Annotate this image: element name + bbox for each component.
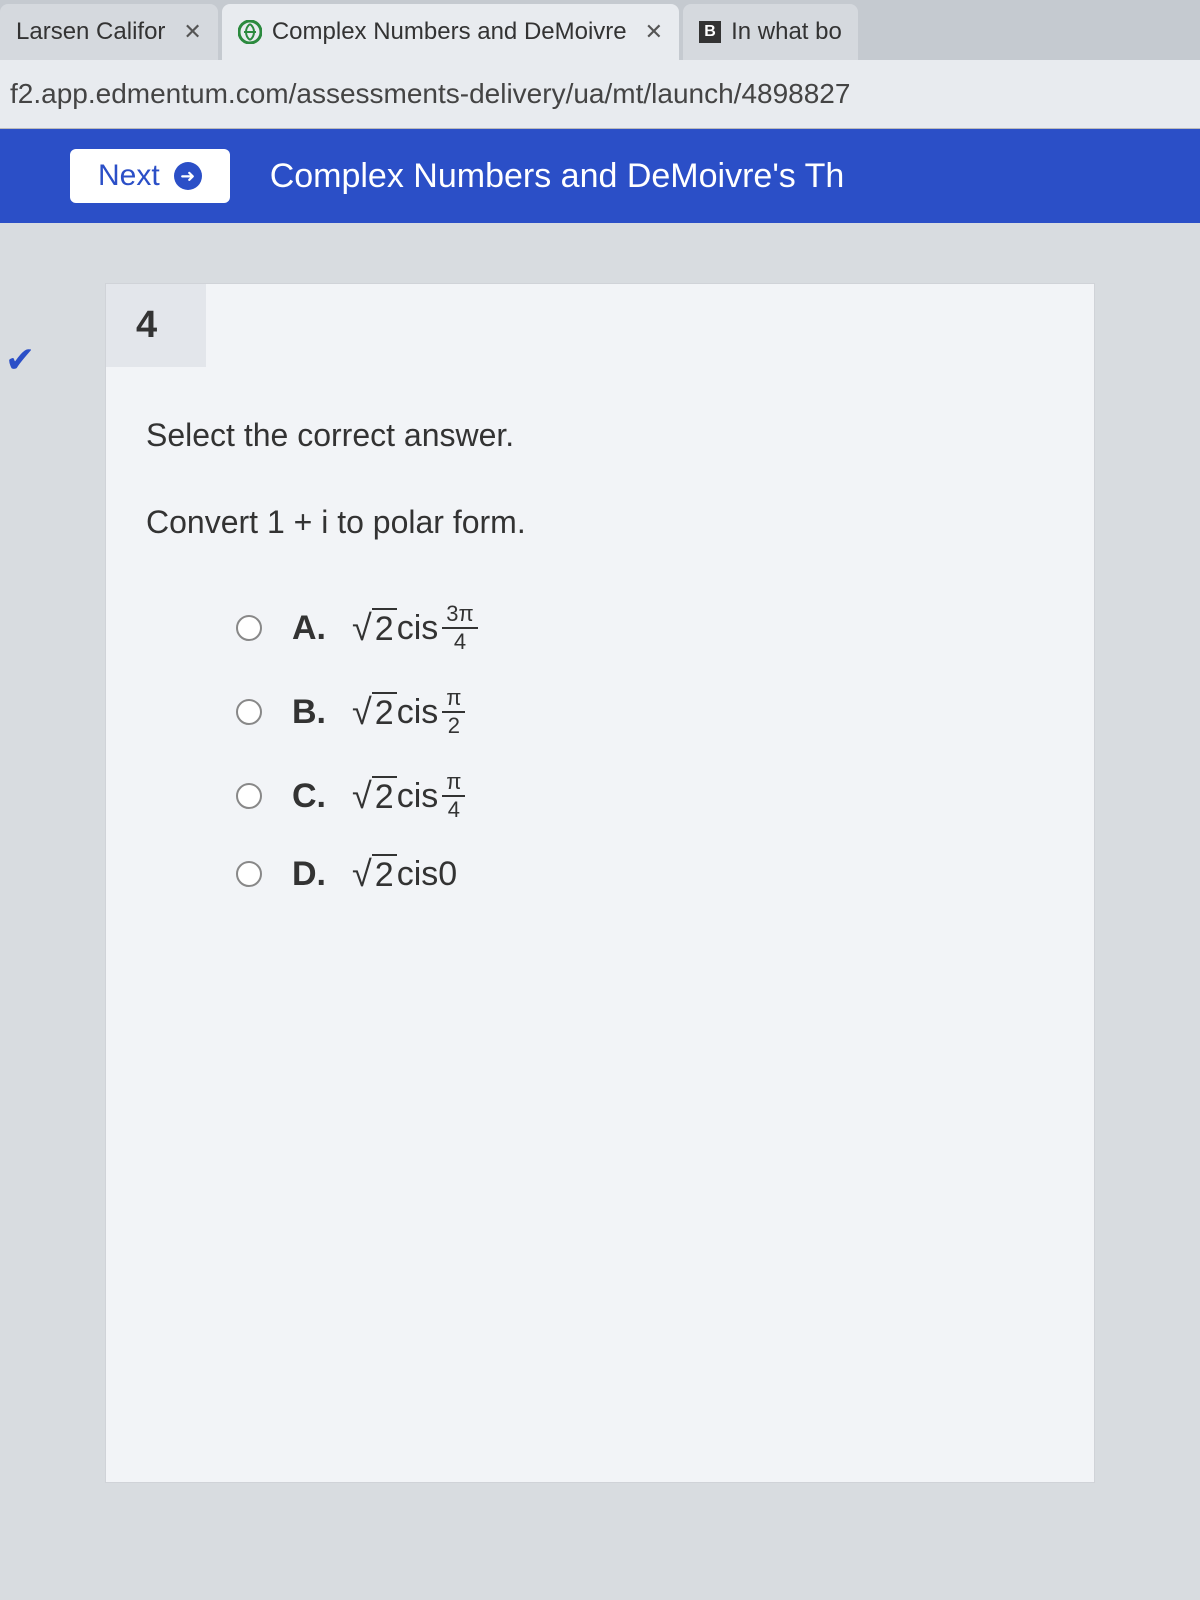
checkmark-icon: ✔ <box>5 339 35 381</box>
tab-3-title: In what bo <box>731 18 842 46</box>
next-button[interactable]: Next ➜ <box>70 149 230 203</box>
browser-tab-bar: Larsen Califor ✕ Complex Numbers and DeM… <box>0 0 1200 60</box>
question-prompt: Convert 1 + i to polar form. <box>146 504 1054 541</box>
option-d-content: 2cis0 <box>352 853 457 895</box>
option-b-label: B. <box>292 693 352 732</box>
tab-2-title: Complex Numbers and DeMoivre <box>272 18 627 46</box>
close-icon[interactable]: ✕ <box>183 19 201 45</box>
close-icon[interactable]: ✕ <box>645 19 663 45</box>
browser-tab-2[interactable]: Complex Numbers and DeMoivre ✕ <box>222 4 679 60</box>
content-area: 4 Select the correct answer. Convert 1 +… <box>0 223 1200 1543</box>
answer-options: A. 2cis 3π4 B. 2cis π2 <box>146 601 1054 895</box>
option-c[interactable]: C. 2cis π4 <box>236 769 1054 823</box>
option-d-label: D. <box>292 855 352 894</box>
option-c-label: C. <box>292 777 352 816</box>
url-text: f2.app.edmentum.com/assessments-delivery… <box>10 78 850 109</box>
radio-d[interactable] <box>236 861 262 887</box>
question-card: 4 Select the correct answer. Convert 1 +… <box>105 283 1095 1483</box>
edmentum-icon <box>238 20 262 44</box>
browser-tab-1[interactable]: Larsen Califor ✕ <box>0 4 218 60</box>
question-number: 4 <box>106 284 206 367</box>
next-label: Next <box>98 159 160 193</box>
radio-a[interactable] <box>236 615 262 641</box>
option-a-label: A. <box>292 609 352 648</box>
assessment-header: Next ➜ Complex Numbers and DeMoivre's Th <box>0 129 1200 223</box>
option-d[interactable]: D. 2cis0 <box>236 853 1054 895</box>
option-a-content: 2cis 3π4 <box>352 601 478 655</box>
question-instruction: Select the correct answer. <box>146 417 1054 454</box>
b-icon: B <box>699 21 721 43</box>
option-b[interactable]: B. 2cis π2 <box>236 685 1054 739</box>
tab-1-title: Larsen Califor <box>16 18 165 46</box>
radio-c[interactable] <box>236 783 262 809</box>
radio-b[interactable] <box>236 699 262 725</box>
option-c-content: 2cis π4 <box>352 769 465 823</box>
option-a[interactable]: A. 2cis 3π4 <box>236 601 1054 655</box>
browser-tab-3[interactable]: B In what bo <box>683 4 858 60</box>
option-b-content: 2cis π2 <box>352 685 465 739</box>
address-bar[interactable]: f2.app.edmentum.com/assessments-delivery… <box>0 60 1200 129</box>
question-body: Select the correct answer. Convert 1 + i… <box>106 367 1094 975</box>
arrow-right-icon: ➜ <box>174 162 202 190</box>
page-title: Complex Numbers and DeMoivre's Th <box>270 157 845 196</box>
